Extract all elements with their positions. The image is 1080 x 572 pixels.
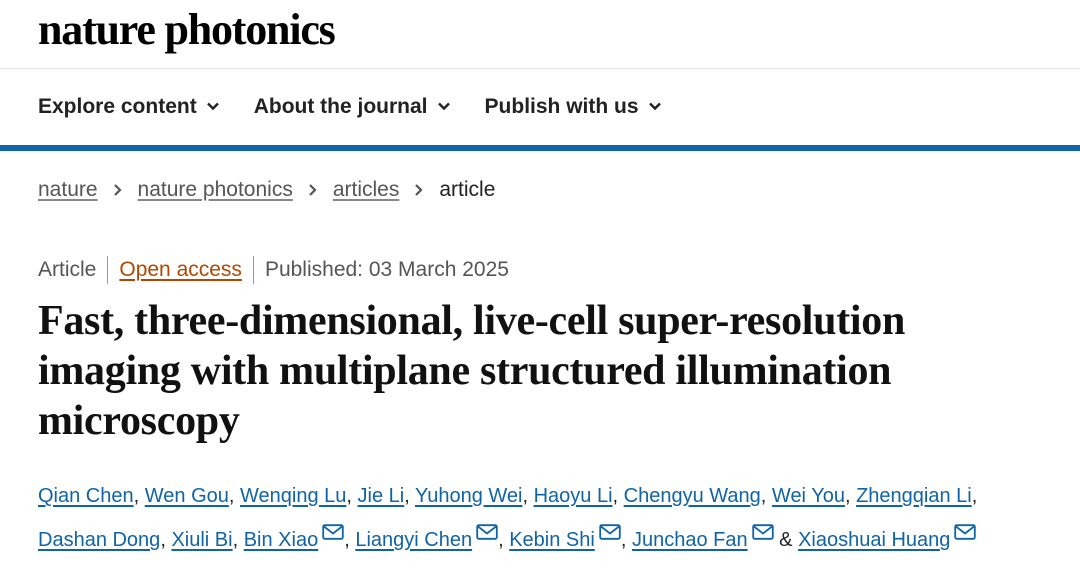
author-item: Bin Xiao, — [244, 524, 350, 551]
author-item: Junchao Fan — [632, 524, 774, 551]
author-link[interactable]: Jie Li — [358, 485, 405, 507]
nav-label: About the journal — [253, 95, 428, 118]
author-item: Wei You, — [772, 485, 851, 507]
author-link[interactable]: Zhengqian Li — [856, 485, 972, 507]
author-link[interactable]: Xiuli Bi — [171, 529, 232, 551]
breadcrumb-link-articles[interactable]: articles — [333, 178, 400, 202]
published-date: Published: 03 March 2025 — [264, 258, 509, 281]
breadcrumb: nature nature photonics articles article — [38, 178, 495, 202]
meta-divider — [107, 256, 109, 284]
mail-icon[interactable] — [476, 524, 498, 540]
site-logo[interactable]: nature photonics — [38, 4, 336, 55]
chevron-right-icon — [113, 184, 122, 196]
meta-divider — [252, 256, 254, 284]
author-link[interactable]: Wenqing Lu — [240, 485, 346, 507]
article-meta: Article Open access Published: 03 March … — [38, 256, 509, 284]
author-list: Qian Chen, Wen Gou, Wenqing Lu, Jie Li, … — [38, 474, 1068, 562]
author-item: Xiuli Bi, — [171, 529, 238, 551]
mail-icon[interactable] — [322, 524, 344, 540]
author-item: Wenqing Lu, — [240, 485, 352, 507]
mail-icon[interactable] — [751, 524, 774, 540]
author-link[interactable]: Wei You — [772, 485, 845, 507]
author-item: Haoyu Li, — [534, 485, 619, 507]
article-type: Article — [38, 258, 97, 281]
author-separator: , — [346, 485, 352, 507]
author-separator: , — [620, 529, 627, 551]
chevron-down-icon — [648, 102, 661, 111]
author-separator: , — [612, 485, 619, 507]
author-item: Kebin Shi, — [509, 524, 627, 551]
chevron-down-icon — [437, 102, 450, 111]
author-item: Wen Gou, — [145, 485, 235, 507]
author-link[interactable]: Liangyi Chen — [355, 529, 472, 551]
main-nav: Explore content About the journal Publis… — [0, 69, 1080, 151]
chevron-right-icon — [309, 184, 317, 196]
author-item: Xiaoshuai Huang — [798, 524, 977, 551]
author-link[interactable]: Junchao Fan — [632, 529, 748, 551]
author-separator: , — [760, 485, 767, 507]
nav-label: Publish with us — [484, 95, 639, 118]
breadcrumb-link-nature-photonics[interactable]: nature photonics — [138, 178, 293, 202]
nav-publish-with-us[interactable]: Publish with us — [485, 95, 662, 119]
article-title: Fast, three-dimensional, live-cell super… — [38, 298, 906, 444]
author-item: Yuhong Wei, — [415, 485, 528, 507]
author-item: Liangyi Chen, — [355, 524, 504, 551]
author-separator: , — [232, 529, 239, 551]
author-link[interactable]: Bin Xiao — [244, 529, 319, 551]
author-link[interactable]: Qian Chen — [38, 485, 134, 507]
author-joiner: & — [779, 529, 793, 551]
author-link[interactable]: Dashan Dong — [38, 529, 160, 551]
nav-about-the-journal[interactable]: About the journal — [254, 95, 451, 119]
masthead: nature photonics — [0, 0, 1080, 69]
author-separator: , — [404, 485, 410, 507]
author-item: Jie Li, — [358, 485, 410, 507]
mail-icon[interactable] — [954, 524, 977, 540]
chevron-right-icon — [415, 184, 423, 196]
breadcrumb-link-nature[interactable]: nature — [38, 178, 98, 202]
author-separator: , — [522, 485, 529, 507]
author-item: Dashan Dong, — [38, 529, 166, 551]
author-link[interactable]: Yuhong Wei — [415, 485, 523, 507]
author-separator: , — [498, 529, 504, 551]
author-separator: , — [971, 485, 978, 507]
nav-label: Explore content — [38, 95, 197, 118]
open-access-link[interactable]: Open access — [119, 258, 242, 282]
author-separator: , — [160, 529, 166, 551]
author-separator: , — [228, 485, 235, 507]
author-link[interactable]: Wen Gou — [145, 485, 229, 507]
author-item: Chengyu Wang, — [624, 485, 767, 507]
breadcrumb-current: article — [439, 178, 496, 201]
author-separator: , — [844, 485, 851, 507]
author-link[interactable]: Kebin Shi — [509, 529, 595, 551]
author-item: Zhengqian Li, — [856, 485, 977, 507]
author-link[interactable]: Xiaoshuai Huang — [798, 529, 950, 551]
mail-icon[interactable] — [599, 524, 621, 540]
author-separator: , — [133, 485, 140, 507]
author-link[interactable]: Chengyu Wang — [624, 485, 761, 507]
author-link[interactable]: Haoyu Li — [534, 485, 613, 507]
author-item: Qian Chen, — [38, 485, 139, 507]
author-separator: , — [344, 529, 350, 551]
chevron-down-icon — [206, 102, 219, 111]
nav-explore-content[interactable]: Explore content — [38, 95, 220, 119]
